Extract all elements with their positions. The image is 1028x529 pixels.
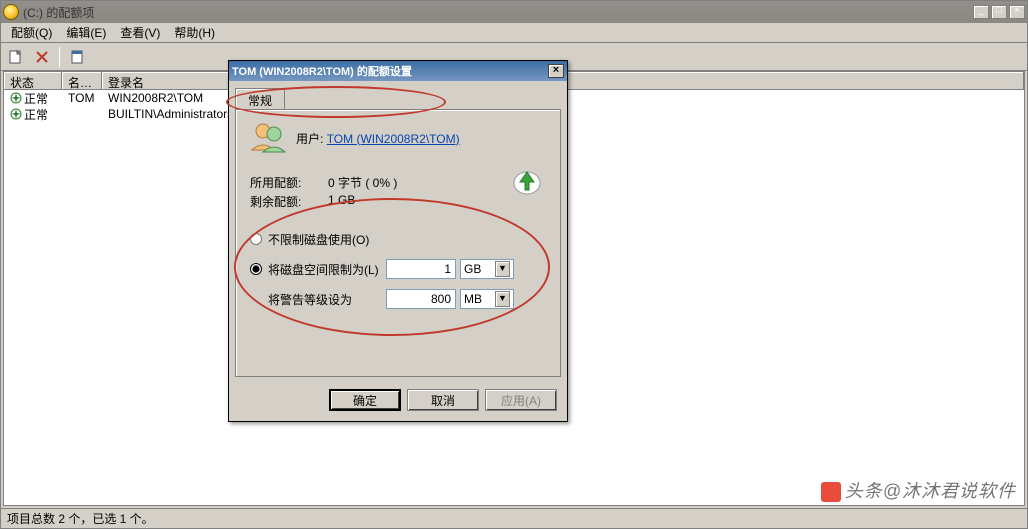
used-quota-value: 0 字节 ( 0% ) [328, 174, 448, 191]
disk-icon [3, 4, 19, 20]
maximize-button[interactable]: □ [991, 5, 1007, 19]
main-titlebar: (C:) 的配额项 _ □ × [1, 1, 1027, 23]
menu-help[interactable]: 帮助(H) [168, 22, 221, 43]
remain-quota-value: 1 GB [328, 193, 448, 210]
limit-unit-text: GB [464, 262, 481, 276]
cancel-button[interactable]: 取消 [407, 389, 479, 411]
menubar: 配额(Q) 编辑(E) 查看(V) 帮助(H) [1, 23, 1027, 43]
status-ok-icon [10, 92, 22, 104]
name-text: TOM [62, 91, 102, 105]
used-quota-label: 所用配额: [250, 174, 328, 191]
radio-no-limit[interactable] [250, 233, 262, 245]
col-status[interactable]: 状态 [4, 72, 62, 89]
users-icon [250, 120, 286, 156]
up-arrow-icon [512, 166, 542, 196]
menu-view[interactable]: 查看(V) [114, 22, 166, 43]
tab-panel-general: 用户: TOM (WIN2008R2\TOM) 所用配额: 0 字节 ( 0% … [235, 109, 561, 377]
remain-quota-label: 剩余配额: [250, 193, 328, 210]
status-text: 正常 [24, 106, 48, 123]
statusbar: 项目总数 2 个，已选 1 个。 [1, 508, 1027, 528]
quota-settings-dialog: TOM (WIN2008R2\TOM) 的配额设置 × 常规 用户: TOM (… [228, 60, 568, 422]
menu-quota[interactable]: 配额(Q) [5, 22, 58, 43]
minimize-button[interactable]: _ [973, 5, 989, 19]
user-label: 用户: [296, 132, 323, 146]
user-info-row: 用户: TOM (WIN2008R2\TOM) [250, 120, 546, 156]
status-ok-icon [10, 108, 22, 120]
delete-button[interactable] [33, 48, 51, 66]
warn-unit-select[interactable]: MB ▼ [460, 289, 514, 309]
limit-radio-group: 不限制磁盘使用(O) 将磁盘空间限制为(L) GB ▼ 将警告等级设为 MB [250, 228, 546, 310]
tab-general[interactable]: 常规 [235, 88, 285, 110]
tab-strip: 常规 [235, 87, 561, 109]
chevron-down-icon: ▼ [495, 291, 510, 307]
user-link[interactable]: TOM (WIN2008R2\TOM) [327, 132, 460, 146]
radio-no-limit-label: 不限制磁盘使用(O) [268, 231, 369, 248]
dialog-close-button[interactable]: × [548, 64, 564, 78]
close-button[interactable]: × [1009, 5, 1025, 19]
limit-unit-select[interactable]: GB ▼ [460, 259, 514, 279]
limit-value-input[interactable] [386, 259, 456, 279]
quota-info: 所用配额: 0 字节 ( 0% ) 剩余配额: 1 GB [250, 174, 546, 210]
ok-button[interactable]: 确定 [329, 389, 401, 411]
watermark: 头条@沐沐君说软件 [821, 477, 1016, 503]
radio-limit[interactable] [250, 263, 262, 275]
toolbar-separator [59, 47, 60, 67]
window-title: (C:) 的配额项 [23, 4, 969, 21]
new-entry-button[interactable] [7, 48, 25, 66]
apply-button[interactable]: 应用(A) [485, 389, 557, 411]
watermark-text: 头条@沐沐君说软件 [845, 481, 1016, 501]
warn-label: 将警告等级设为 [268, 291, 386, 308]
col-name[interactable]: 名… [62, 72, 102, 89]
dialog-titlebar: TOM (WIN2008R2\TOM) 的配额设置 × [229, 61, 567, 81]
watermark-logo-icon [821, 482, 841, 502]
window-controls: _ □ × [973, 5, 1025, 19]
chevron-down-icon: ▼ [495, 261, 510, 277]
menu-edit[interactable]: 编辑(E) [60, 22, 112, 43]
status-text: 项目总数 2 个，已选 1 个。 [7, 510, 154, 527]
warn-unit-text: MB [464, 292, 482, 306]
radio-limit-label: 将磁盘空间限制为(L) [268, 261, 386, 278]
warn-value-input[interactable] [386, 289, 456, 309]
dialog-title: TOM (WIN2008R2\TOM) 的配额设置 [232, 63, 544, 79]
properties-button[interactable] [68, 48, 86, 66]
status-text: 正常 [24, 90, 48, 107]
dialog-button-row: 确定 取消 应用(A) [229, 383, 567, 421]
